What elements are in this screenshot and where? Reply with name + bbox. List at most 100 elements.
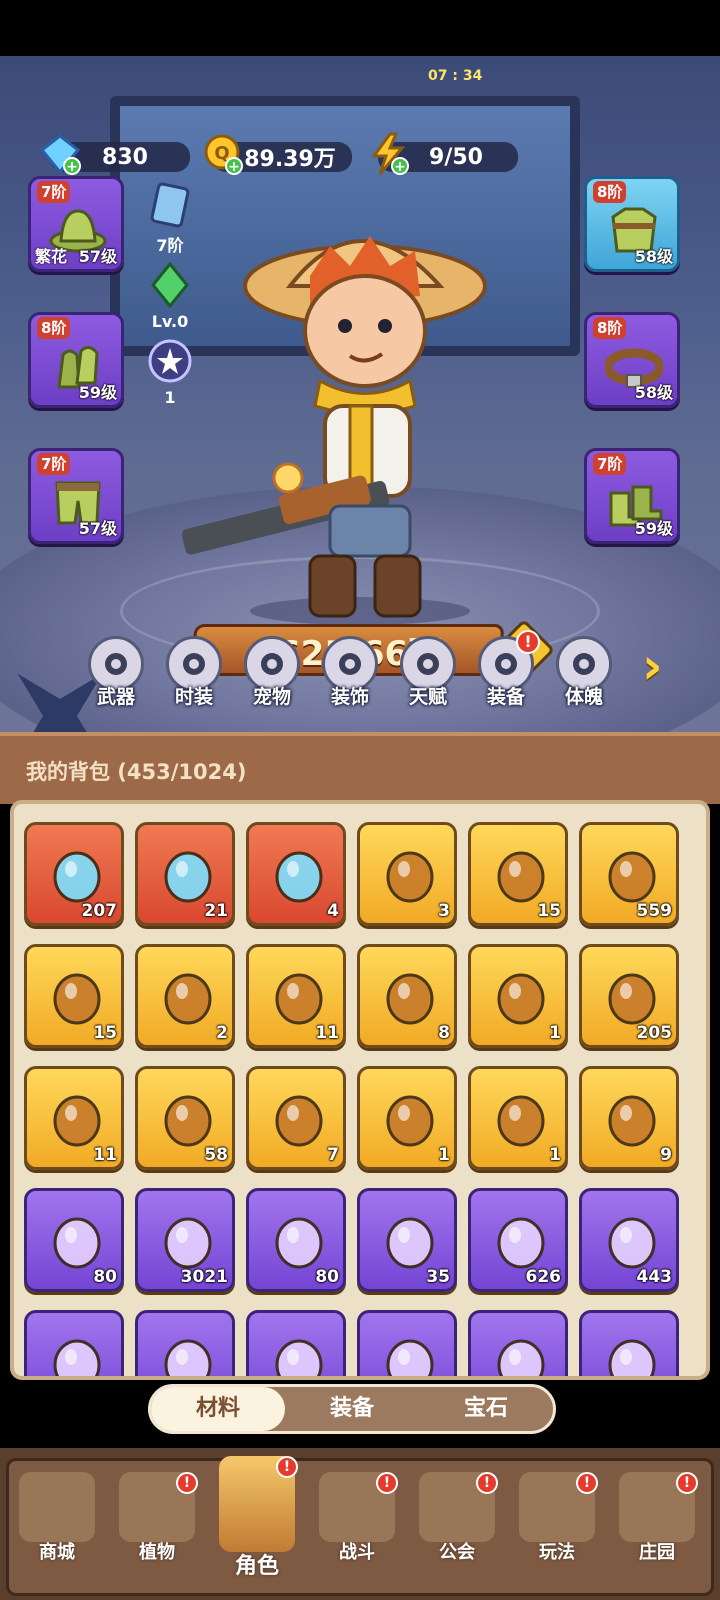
badge-icon [275,1217,323,1269]
bag-item[interactable]: 11 [24,1066,124,1170]
bag-item[interactable] [246,1310,346,1376]
bag-item[interactable]: 205 [579,944,679,1048]
diamond-counter[interactable]: + 830 [39,134,190,175]
feature-tab-label: 宠物 [252,686,291,708]
water-drop-icon [386,851,434,903]
fruit-basket-icon [608,1339,656,1376]
bag-item[interactable]: 21 [135,822,235,926]
bag-item[interactable]: 1 [357,1066,457,1170]
bag-item[interactable]: 4 [246,822,346,926]
purple-potion-icon [386,1339,434,1376]
canister-icon [275,851,323,903]
nav-plants[interactable]: 植物! [110,1472,204,1584]
bag-item[interactable]: 58 [135,1066,235,1170]
energy-counter[interactable]: + 9/50 [371,132,518,175]
bag-item[interactable]: 2 [135,944,235,1048]
nav-gameplay[interactable]: 玩法! [510,1472,604,1584]
item-count: 3021 [180,1267,228,1287]
knot-icon [608,1095,656,1147]
bag-item[interactable]: 626 [468,1188,568,1292]
nav-character[interactable]: 角色! [210,1456,304,1592]
bag-item[interactable]: 443 [579,1188,679,1292]
tab-gems[interactable]: 宝石 [419,1387,553,1431]
star-orb[interactable]: 1 [140,338,200,407]
nav-battle[interactable]: 战斗! [310,1472,404,1584]
bag-item[interactable]: 8 [357,944,457,1048]
diamond-plus-icon[interactable]: + [38,132,82,176]
feature-tab-2[interactable]: 宠物 [236,636,308,716]
bag-item[interactable]: 11 [246,944,346,1048]
gold-coin-plus-icon[interactable]: Q+ [200,132,244,176]
bag-item[interactable]: 1 [468,944,568,1048]
bag-item[interactable]: 80 [24,1188,124,1292]
feature-tab-3[interactable]: 装饰 [314,636,386,716]
feature-tab-label: 武器 [96,686,135,708]
item-count: 207 [81,901,118,921]
bag-item[interactable]: 207 [24,822,124,926]
character-figure[interactable] [170,206,550,626]
equip-slot-pants[interactable]: 7阶 57级 [28,448,124,544]
rank-card[interactable]: 7阶 [140,182,200,256]
nav-shop[interactable]: 商城 [10,1472,104,1584]
scroll-purple-icon [608,1217,656,1269]
bag-grid: 207 21 4 3 15 559 15 2 11 8 1 205 11 58 7 1 1 9 80 3021 80 35… [24,822,704,1376]
chip-icon [386,1095,434,1147]
bag-item[interactable]: 1 [468,1066,568,1170]
feature-tab-label: 装备 [486,686,525,708]
nav-guild[interactable]: 公会! [410,1472,504,1584]
crystal-icon [53,851,101,903]
tier-badge: 8阶 [593,181,627,203]
golden-flower-icon [386,973,434,1025]
leaf-icon [386,1217,434,1269]
equip-slot-belt[interactable]: 8阶 58级 [584,312,680,408]
nav-label: 角色 [234,1554,279,1579]
bag-item[interactable] [468,1310,568,1376]
bag-category-switch: 材料 装备 宝石 [148,1384,556,1434]
bag-item[interactable] [579,1310,679,1376]
bag-item[interactable]: 3021 [135,1188,235,1292]
svg-text:+: + [394,159,406,175]
lightning-plus-icon[interactable]: + [366,132,410,176]
feature-tab-5[interactable]: 装备! [470,630,542,716]
bag-item[interactable] [24,1310,124,1376]
feature-tab-0[interactable]: 武器 [80,636,152,716]
sprout-icon [164,1217,212,1269]
bag-item[interactable]: 15 [24,944,124,1048]
bag-item[interactable]: 3 [357,822,457,926]
bag-item[interactable]: 9 [579,1066,679,1170]
equip-slot-armor[interactable]: 8阶 58级 [584,176,680,272]
tab-equipment[interactable]: 装备 [285,1387,419,1431]
bag-panel[interactable]: 207 21 4 3 15 559 15 2 11 8 1 205 11 58 7 1 1 9 80 3021 80 35… [10,800,710,1380]
gold-count: 89.39万 [244,147,336,172]
item-count: 80 [93,1267,117,1287]
bag-item[interactable]: 80 [246,1188,346,1292]
scroll-green-icon [497,1217,545,1269]
feature-tab-1[interactable]: 时装 [158,636,230,716]
nav-manor[interactable]: 庄园! [610,1472,704,1584]
bag-item[interactable]: 15 [468,822,568,926]
level-label: 58级 [634,383,673,402]
bag-item[interactable] [135,1310,235,1376]
tier-badge: 7阶 [37,181,71,203]
tab-materials[interactable]: 材料 [151,1387,285,1431]
item-count: 1 [549,1145,561,1165]
crystal-level[interactable]: Lv.0 [140,261,200,331]
gold-counter[interactable]: Q + 89.39万 [204,134,352,175]
feature-tab-4[interactable]: 天赋 [392,636,464,716]
item-count: 8 [438,1023,450,1043]
bag-item[interactable]: 35 [357,1188,457,1292]
bag-item[interactable]: 7 [246,1066,346,1170]
equip-slot-boots[interactable]: 7阶 59级 [584,448,680,544]
energy-count: 9/50 [429,144,483,170]
bag-item[interactable]: 559 [579,822,679,926]
equip-slot-gloves[interactable]: 8阶 59级 [28,312,124,408]
orange-potion-icon [608,973,656,1025]
level-label: 59级 [634,519,673,538]
bag-item[interactable] [357,1310,457,1376]
set-tag: 繁花 [35,247,68,266]
chevron-right-icon[interactable]: › [642,640,686,692]
feature-tab-6[interactable]: 体魄 [548,636,620,716]
equip-slot-hat[interactable]: 7阶 繁花 57级 [28,176,124,272]
scroll-gold-icon [275,1339,323,1376]
star-count: 1 [164,388,176,407]
